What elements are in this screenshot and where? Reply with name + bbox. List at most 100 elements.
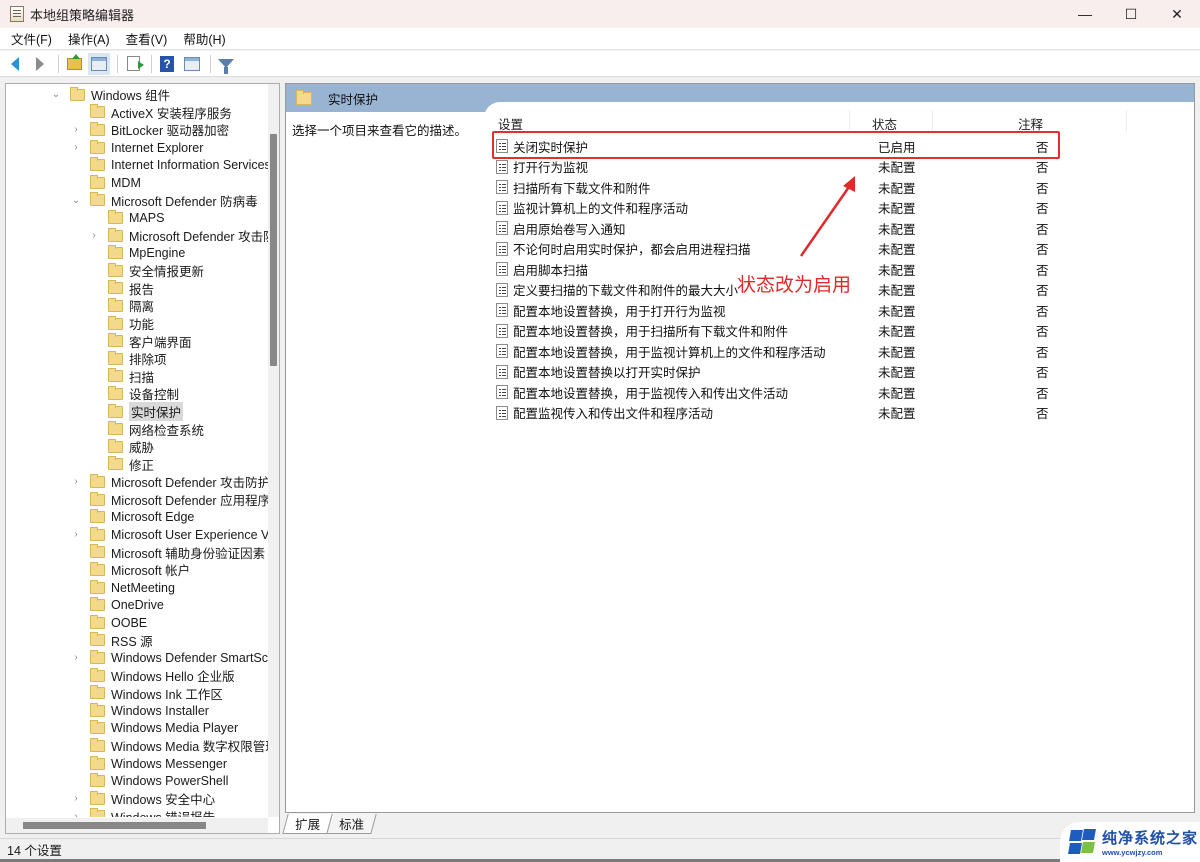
export-list-button[interactable]: [122, 53, 144, 75]
tree-item[interactable]: 威胁: [88, 438, 154, 456]
chevron-right-icon[interactable]: ›: [70, 793, 82, 804]
show-action-pane-button[interactable]: [181, 53, 203, 75]
minimize-button[interactable]: —: [1062, 0, 1108, 28]
tree-item-label: 隔离: [129, 300, 155, 315]
tree-item[interactable]: RSS 源: [70, 632, 153, 650]
setting-name: 启用原始卷写入通知: [513, 222, 626, 237]
setting-state: 未配置: [878, 366, 916, 381]
column-divider[interactable]: [932, 110, 933, 132]
tree-horizontal-scrollbar[interactable]: [6, 818, 268, 833]
menu-file[interactable]: 文件(F): [0, 29, 60, 48]
setting-state: 未配置: [878, 181, 916, 196]
tree-item[interactable]: Internet Information Services: [70, 156, 268, 174]
tree-item[interactable]: ActiveX 安装程序服务: [70, 104, 232, 122]
tree-item[interactable]: MAPS: [88, 209, 164, 227]
tree-item-label: Windows Media Player: [111, 721, 239, 736]
tab-standard[interactable]: 标准: [326, 814, 377, 834]
chevron-down-icon[interactable]: ⌄: [70, 195, 82, 206]
tree-item[interactable]: Windows PowerShell: [70, 772, 228, 790]
setting-row[interactable]: 配置本地设置替换，用于监视传入和传出文件活动 未配置 否: [496, 382, 1136, 403]
tree-item[interactable]: Windows Hello 企业版: [70, 667, 235, 685]
tree-item[interactable]: ⌄ Windows 组件: [50, 86, 170, 104]
tree-item[interactable]: OneDrive: [70, 596, 164, 614]
folder-icon: [90, 597, 105, 612]
setting-row[interactable]: 配置监视传入和传出文件和程序活动 未配置 否: [496, 403, 1136, 424]
tree-item[interactable]: 功能: [88, 315, 154, 333]
tree-item[interactable]: Microsoft Defender 应用程序防: [70, 491, 268, 509]
menu-help[interactable]: 帮助(H): [175, 29, 233, 48]
tree-item[interactable]: 排除项: [88, 350, 167, 368]
tree-item[interactable]: OOBE: [70, 614, 147, 632]
tree-item[interactable]: › Internet Explorer: [70, 139, 203, 157]
tree-item[interactable]: 网络检查系统: [88, 420, 204, 438]
tree-item[interactable]: › Windows Defender SmartScre: [70, 649, 268, 667]
maximize-button[interactable]: ☐: [1108, 0, 1154, 28]
chevron-down-icon[interactable]: ⌄: [50, 89, 62, 100]
tab-extended[interactable]: 扩展: [282, 814, 333, 834]
setting-row[interactable]: 配置本地设置替换，用于监视计算机上的文件和程序活动 未配置 否: [496, 341, 1136, 362]
up-one-level-button[interactable]: [63, 53, 85, 75]
tree-item[interactable]: 实时保护: [88, 402, 184, 422]
chevron-right-icon[interactable]: ›: [70, 529, 82, 540]
chevron-right-icon[interactable]: ›: [70, 811, 82, 817]
tree-item[interactable]: › Microsoft Defender 攻击防: [88, 227, 268, 245]
tree-item[interactable]: ⌄ Microsoft Defender 防病毒: [70, 192, 258, 210]
setting-comment: 否: [1036, 263, 1049, 278]
tree-vertical-scrollbar[interactable]: [268, 84, 279, 817]
tree-item[interactable]: 隔离: [88, 297, 154, 315]
filter-button[interactable]: [215, 53, 237, 75]
scrollbar-thumb[interactable]: [23, 822, 206, 829]
tree-item[interactable]: 客户端界面: [88, 332, 192, 350]
show-hide-tree-button[interactable]: [88, 52, 110, 75]
setting-name: 打开行为监视: [513, 161, 589, 176]
tree-item[interactable]: › Windows 安全中心: [70, 790, 215, 808]
folder-icon: [108, 297, 123, 312]
tree-item[interactable]: 安全情报更新: [88, 262, 204, 280]
tree-item-label: MpEngine: [129, 246, 186, 261]
forward-button[interactable]: [29, 53, 51, 75]
folder-icon: [90, 649, 105, 664]
column-divider[interactable]: [849, 110, 850, 132]
tree-item[interactable]: Windows Ink 工作区: [70, 684, 223, 702]
tree-item[interactable]: Microsoft 辅助身份验证因素: [70, 544, 265, 562]
back-button[interactable]: [4, 53, 26, 75]
tree-item[interactable]: MDM: [70, 174, 141, 192]
tree-item[interactable]: NetMeeting: [70, 579, 175, 597]
help-button[interactable]: ?: [156, 53, 178, 75]
setting-row[interactable]: 配置本地设置替换，用于打开行为监视 未配置 否: [496, 300, 1136, 321]
menu-action[interactable]: 操作(A): [60, 29, 118, 48]
tree-item[interactable]: 报告: [88, 280, 154, 298]
tree-item[interactable]: › Microsoft User Experience Virt: [70, 526, 268, 544]
tree-item[interactable]: Windows Messenger: [70, 755, 227, 773]
folder-icon: [90, 579, 105, 594]
tree-item[interactable]: › BitLocker 驱动器加密: [70, 121, 229, 139]
chevron-right-icon[interactable]: ›: [70, 142, 82, 153]
tree-item[interactable]: 扫描: [88, 368, 154, 386]
chevron-right-icon[interactable]: ›: [88, 230, 100, 241]
tree-item[interactable]: 设备控制: [88, 385, 179, 403]
policy-setting-icon: [496, 241, 508, 256]
column-divider[interactable]: [1126, 110, 1127, 132]
setting-row[interactable]: 配置本地设置替换以打开实时保护 未配置 否: [496, 362, 1136, 383]
tree-item[interactable]: Windows Media 数字权限管理: [70, 737, 268, 755]
close-button[interactable]: ✕: [1154, 0, 1200, 28]
tree-item[interactable]: Microsoft Edge: [70, 508, 194, 526]
chevron-right-icon[interactable]: ›: [70, 476, 82, 487]
setting-state: 未配置: [878, 325, 916, 340]
tree-item[interactable]: 修正: [88, 456, 154, 474]
menu-view[interactable]: 查看(V): [118, 29, 176, 48]
setting-row[interactable]: 配置本地设置替换，用于扫描所有下载文件和附件 未配置 否: [496, 321, 1136, 342]
tree-item-label: 排除项: [129, 353, 167, 368]
tree-item[interactable]: › Windows 错误报告: [70, 808, 215, 817]
chevron-right-icon[interactable]: ›: [70, 652, 82, 663]
tree-item[interactable]: Windows Installer: [70, 702, 209, 720]
navigation-tree-pane: ⌄ Windows 组件 ActiveX 安装程序服务 › BitLocker 驱动器加…: [5, 83, 280, 834]
tree-item[interactable]: MpEngine: [88, 244, 185, 262]
tree-item[interactable]: Microsoft 帐户: [70, 561, 190, 579]
chevron-right-icon[interactable]: ›: [70, 124, 82, 135]
tree-item[interactable]: › Microsoft Defender 攻击防护: [70, 473, 268, 491]
setting-comment: 否: [1036, 222, 1049, 237]
tree-item[interactable]: Windows Media Player: [70, 720, 238, 738]
folder-icon: [70, 86, 85, 101]
scrollbar-thumb[interactable]: [270, 134, 277, 366]
